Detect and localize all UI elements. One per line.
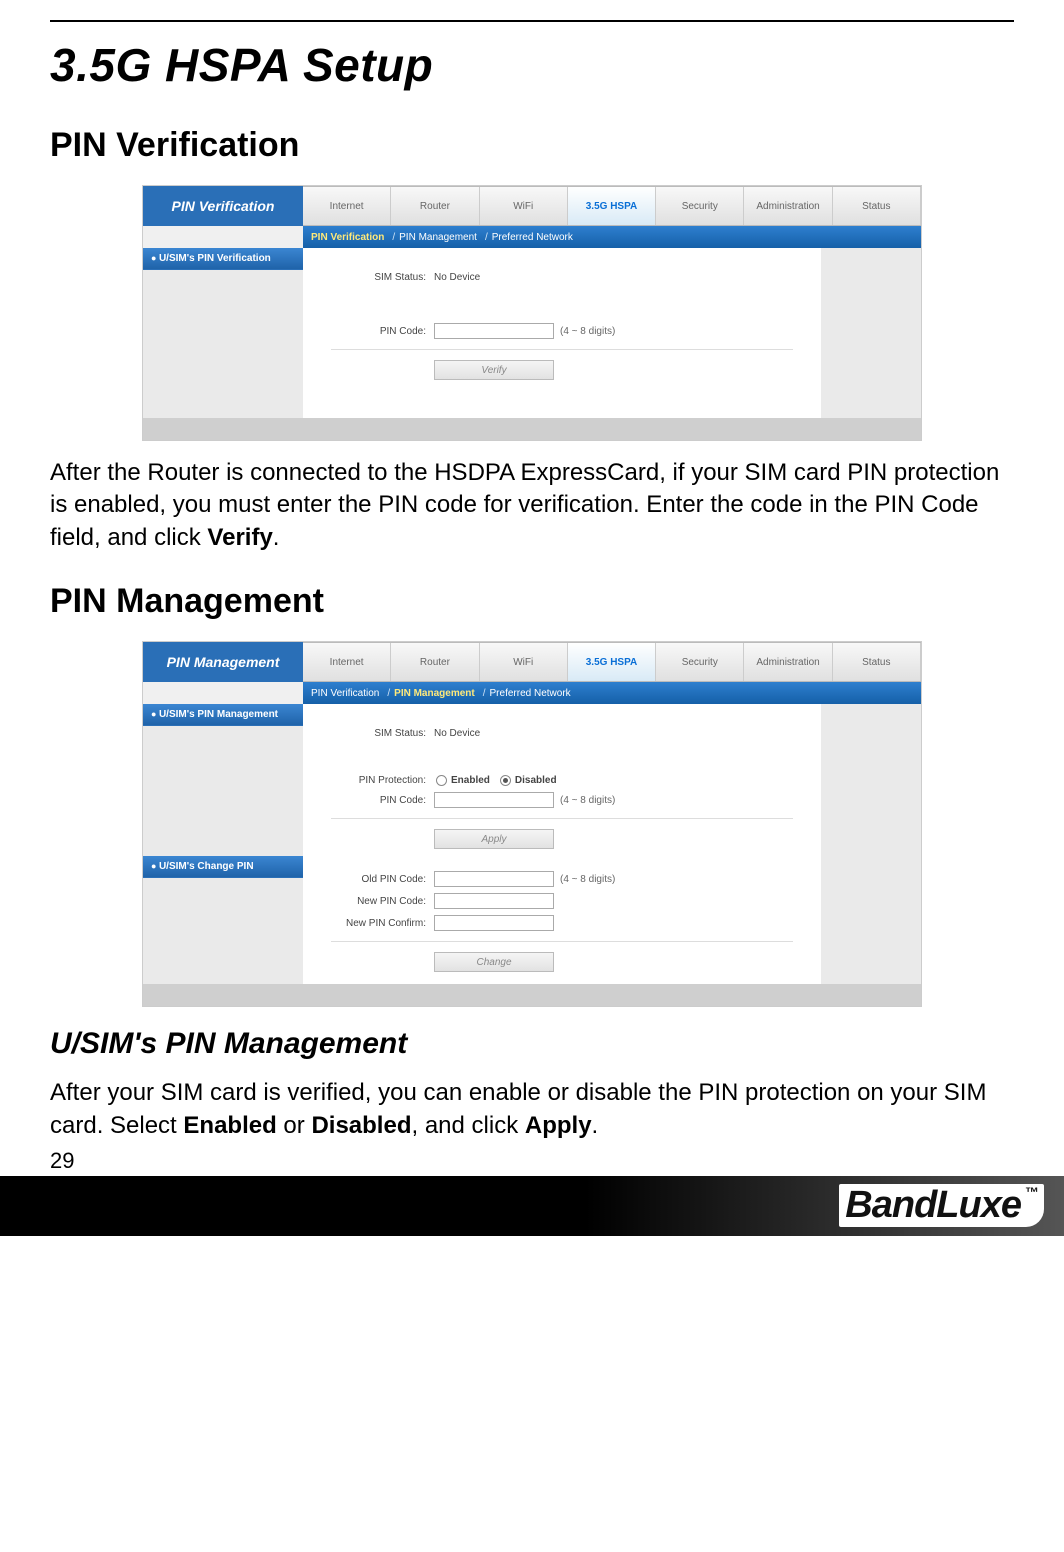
- subtab-preferred-network[interactable]: Preferred Network: [492, 232, 573, 243]
- subtab-pin-management[interactable]: PIN Management: [394, 688, 475, 699]
- screenshot-pin-verification: PIN Verification Internet Router WiFi 3.…: [142, 185, 922, 441]
- tab-administration[interactable]: Administration: [744, 643, 832, 681]
- digits-note: (4 ~ 8 digits): [560, 795, 615, 806]
- change-button[interactable]: Change: [434, 952, 554, 972]
- ui-banner-title: PIN Management: [143, 642, 303, 682]
- separator-icon: /: [485, 232, 488, 243]
- subtab-pin-management[interactable]: PIN Management: [399, 232, 477, 243]
- opt-disabled-label: Disabled: [515, 775, 557, 786]
- separator-icon: /: [387, 688, 390, 699]
- subtab-preferred-network[interactable]: Preferred Network: [490, 688, 571, 699]
- pin-code-input[interactable]: [434, 792, 554, 808]
- tab-internet[interactable]: Internet: [303, 643, 391, 681]
- separator-icon: /: [392, 232, 395, 243]
- old-pin-label: Old PIN Code:: [331, 874, 426, 885]
- para-pin-management: After your SIM card is verified, you can…: [50, 1077, 1014, 1142]
- section-pin-management: PIN Management: [50, 582, 1014, 621]
- trademark-icon: ™: [1025, 1184, 1038, 1200]
- tab-status[interactable]: Status: [833, 643, 921, 681]
- tab-router[interactable]: Router: [391, 187, 479, 225]
- tab-wifi[interactable]: WiFi: [480, 187, 568, 225]
- para-pin-verification: After the Router is connected to the HSD…: [50, 457, 1014, 554]
- sim-status-value: No Device: [434, 272, 480, 283]
- brand-logo: BandLuxe™: [839, 1184, 1044, 1227]
- sim-status-label: SIM Status:: [331, 728, 426, 739]
- tab-internet[interactable]: Internet: [303, 187, 391, 225]
- tab-router[interactable]: Router: [391, 643, 479, 681]
- radio-enabled[interactable]: [436, 775, 447, 786]
- new-pin-input[interactable]: [434, 893, 554, 909]
- page-title: 3.5G HSPA Setup: [50, 38, 1014, 92]
- confirm-pin-input[interactable]: [434, 915, 554, 931]
- pin-protection-label: PIN Protection:: [331, 775, 426, 786]
- sim-status-value: No Device: [434, 728, 480, 739]
- ui-banner-title: PIN Verification: [143, 186, 303, 226]
- new-pin-label: New PIN Code:: [331, 896, 426, 907]
- tab-administration[interactable]: Administration: [744, 187, 832, 225]
- sidebar-item-pin-management[interactable]: U/SIM's PIN Management: [143, 704, 303, 726]
- confirm-pin-label: New PIN Confirm:: [331, 918, 426, 929]
- screenshot-pin-management: PIN Management Internet Router WiFi 3.5G…: [142, 641, 922, 1007]
- digits-note: (4 ~ 8 digits): [560, 874, 615, 885]
- subtab-pin-verification[interactable]: PIN Verification: [311, 688, 379, 699]
- tab-35g-hspa[interactable]: 3.5G HSPA: [568, 187, 656, 225]
- subsection-usim-pin-management: U/SIM's PIN Management: [50, 1027, 1014, 1061]
- pin-code-label: PIN Code:: [331, 326, 426, 337]
- tab-status[interactable]: Status: [833, 187, 921, 225]
- tab-wifi[interactable]: WiFi: [480, 643, 568, 681]
- verify-button[interactable]: Verify: [434, 360, 554, 380]
- separator-icon: /: [483, 688, 486, 699]
- sidebar-item-pin-verification[interactable]: U/SIM's PIN Verification: [143, 248, 303, 270]
- old-pin-input[interactable]: [434, 871, 554, 887]
- subtab-pin-verification[interactable]: PIN Verification: [311, 232, 384, 243]
- top-rule: [50, 20, 1014, 22]
- opt-enabled-label: Enabled: [451, 775, 490, 786]
- page-number: 29: [50, 1148, 1014, 1174]
- footer-bar: BandLuxe™: [0, 1176, 1064, 1236]
- sim-status-label: SIM Status:: [331, 272, 426, 283]
- tab-security[interactable]: Security: [656, 187, 744, 225]
- section-pin-verification: PIN Verification: [50, 126, 1014, 165]
- pin-code-label: PIN Code:: [331, 795, 426, 806]
- pin-code-input[interactable]: [434, 323, 554, 339]
- apply-button[interactable]: Apply: [434, 829, 554, 849]
- tab-35g-hspa[interactable]: 3.5G HSPA: [568, 643, 656, 681]
- digits-note: (4 ~ 8 digits): [560, 326, 615, 337]
- tab-security[interactable]: Security: [656, 643, 744, 681]
- sidebar-item-change-pin[interactable]: U/SIM's Change PIN: [143, 856, 303, 878]
- radio-disabled[interactable]: [500, 775, 511, 786]
